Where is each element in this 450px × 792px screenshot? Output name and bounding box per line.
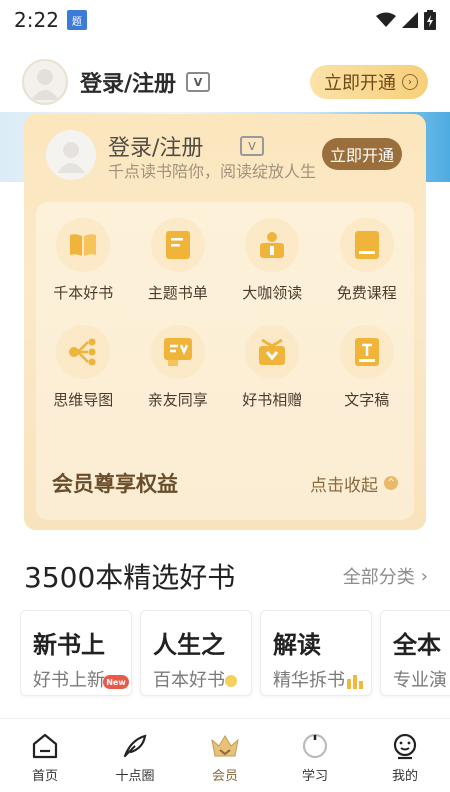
home-icon: [30, 731, 60, 761]
status-time: 2:22: [14, 8, 59, 32]
bulb-icon: [225, 675, 237, 687]
category-title: 全本: [393, 631, 441, 659]
profile-icon: [390, 731, 420, 761]
chevron-up-icon: ^: [384, 476, 398, 490]
tab-home[interactable]: 首页: [0, 719, 90, 792]
avatar[interactable]: [22, 59, 68, 105]
tab-label: 学习: [301, 769, 328, 784]
books-icon: [347, 673, 365, 689]
benefit-label: 主题书单: [147, 284, 208, 302]
card-vip-badge-icon: V: [240, 136, 264, 156]
tab-study[interactable]: 学习: [270, 719, 360, 792]
default-avatar-icon: [31, 69, 59, 100]
open-membership-label: 立即开通: [324, 73, 396, 94]
collapse-label: 点击收起: [310, 475, 378, 496]
signal-icon: [402, 12, 418, 28]
tab-circle[interactable]: 十点圈: [90, 719, 180, 792]
member-card: 千点读书陪你，阅读绽放人生 登录/注册 V 立即开通 千本好书 主题书单 大咖领…: [24, 114, 426, 530]
open-membership-button[interactable]: 立即开通 ›: [310, 65, 428, 99]
battery-icon: [424, 10, 436, 30]
benefit-item-transcript[interactable]: 文字稿: [320, 325, 415, 410]
status-bar: 2:22 题: [0, 0, 450, 40]
tab-member[interactable]: 会员: [180, 719, 270, 792]
card-avatar[interactable]: [46, 130, 96, 180]
category-row: 新书上 好书上新 New 人生之 百本好书 解读 精华拆书 全本 专业演: [20, 610, 450, 698]
benefit-label: 免费课程: [336, 284, 397, 302]
category-card-interpret[interactable]: 解读 精华拆书: [260, 610, 372, 696]
card-open-membership-button[interactable]: 立即开通: [322, 138, 403, 170]
feather-icon: [120, 731, 150, 761]
benefit-label: 文字稿: [344, 391, 390, 409]
category-card-full[interactable]: 全本 专业演: [380, 610, 450, 696]
benefit-label: 亲友同享: [147, 391, 208, 409]
category-title: 解读: [273, 631, 321, 659]
benefit-label: 千本好书: [53, 284, 114, 302]
chevron-right-icon: ›: [402, 74, 418, 90]
all-categories-link[interactable]: 全部分类 ›: [343, 563, 428, 589]
benefit-item-mindmap[interactable]: 思维导图: [36, 325, 131, 410]
card-login-register-link[interactable]: 登录/注册: [108, 130, 203, 162]
login-register-link[interactable]: 登录/注册: [80, 66, 176, 98]
tab-label: 十点圈: [115, 769, 155, 784]
category-title: 新书上: [33, 631, 105, 659]
card-header: 千点读书陪你，阅读绽放人生 登录/注册 V 立即开通: [24, 114, 426, 194]
benefit-item-reader[interactable]: 大咖领读: [225, 218, 320, 303]
tab-label: 首页: [31, 769, 58, 784]
bottom-tab-bar: 首页 十点圈 会员 学习 我的: [0, 718, 450, 792]
share-icon: [150, 325, 205, 379]
category-card-new[interactable]: 新书上 好书上新 New: [20, 610, 132, 696]
section-header: 3500本精选好书 全部分类 ›: [24, 556, 428, 596]
benefit-grid: 千本好书 主题书单 大咖领读 免费课程 思维导图 亲友同享 好书相赠 文字稿: [36, 218, 414, 410]
benefit-item-share[interactable]: 亲友同享: [131, 325, 226, 410]
benefit-title: 会员尊享权益: [52, 472, 178, 496]
benefit-panel: 千本好书 主题书单 大咖领读 免费课程 思维导图 亲友同享 好书相赠 文字稿 会…: [36, 202, 414, 520]
study-icon: [300, 731, 330, 761]
tab-label: 我的: [391, 769, 418, 784]
collapse-button[interactable]: 点击收起 ^: [310, 471, 398, 496]
all-categories-label: 全部分类: [342, 567, 415, 588]
new-tag: New: [103, 675, 129, 689]
benefit-label: 好书相赠: [242, 391, 303, 409]
category-title: 人生之: [153, 631, 225, 659]
benefit-footer: 会员尊享权益 点击收起 ^: [36, 458, 414, 508]
benefit-item-books[interactable]: 千本好书: [36, 218, 131, 303]
mindmap-icon: [56, 325, 111, 379]
benefit-label: 大咖领读: [242, 284, 303, 302]
app-notification-icon: 题: [66, 10, 87, 30]
benefit-label: 思维导图: [53, 391, 114, 409]
course-book-icon: [339, 218, 394, 272]
gift-icon: [245, 325, 300, 379]
benefit-item-booklist[interactable]: 主题书单: [131, 218, 226, 303]
chevron-right-icon: ›: [420, 565, 428, 587]
benefit-item-gift[interactable]: 好书相赠: [225, 325, 320, 410]
crown-icon: [210, 731, 240, 761]
section-title: 3500本精选好书: [24, 561, 236, 594]
tab-label: 会员: [211, 769, 238, 784]
vip-book-badge-icon: V: [186, 72, 211, 92]
booklist-icon: [150, 218, 205, 272]
wifi-icon: [376, 12, 396, 27]
top-header: 登录/注册 V 立即开通 ›: [0, 50, 450, 114]
status-indicators: [376, 10, 436, 30]
open-book-icon: [56, 218, 111, 272]
category-subtitle: 专业演: [393, 670, 447, 691]
benefit-item-course[interactable]: 免费课程: [320, 218, 415, 303]
transcript-icon: [339, 325, 394, 379]
tab-mine[interactable]: 我的: [360, 719, 450, 792]
category-card-life[interactable]: 人生之 百本好书: [140, 610, 252, 696]
reader-icon: [245, 218, 300, 272]
default-avatar-icon: [57, 142, 85, 173]
